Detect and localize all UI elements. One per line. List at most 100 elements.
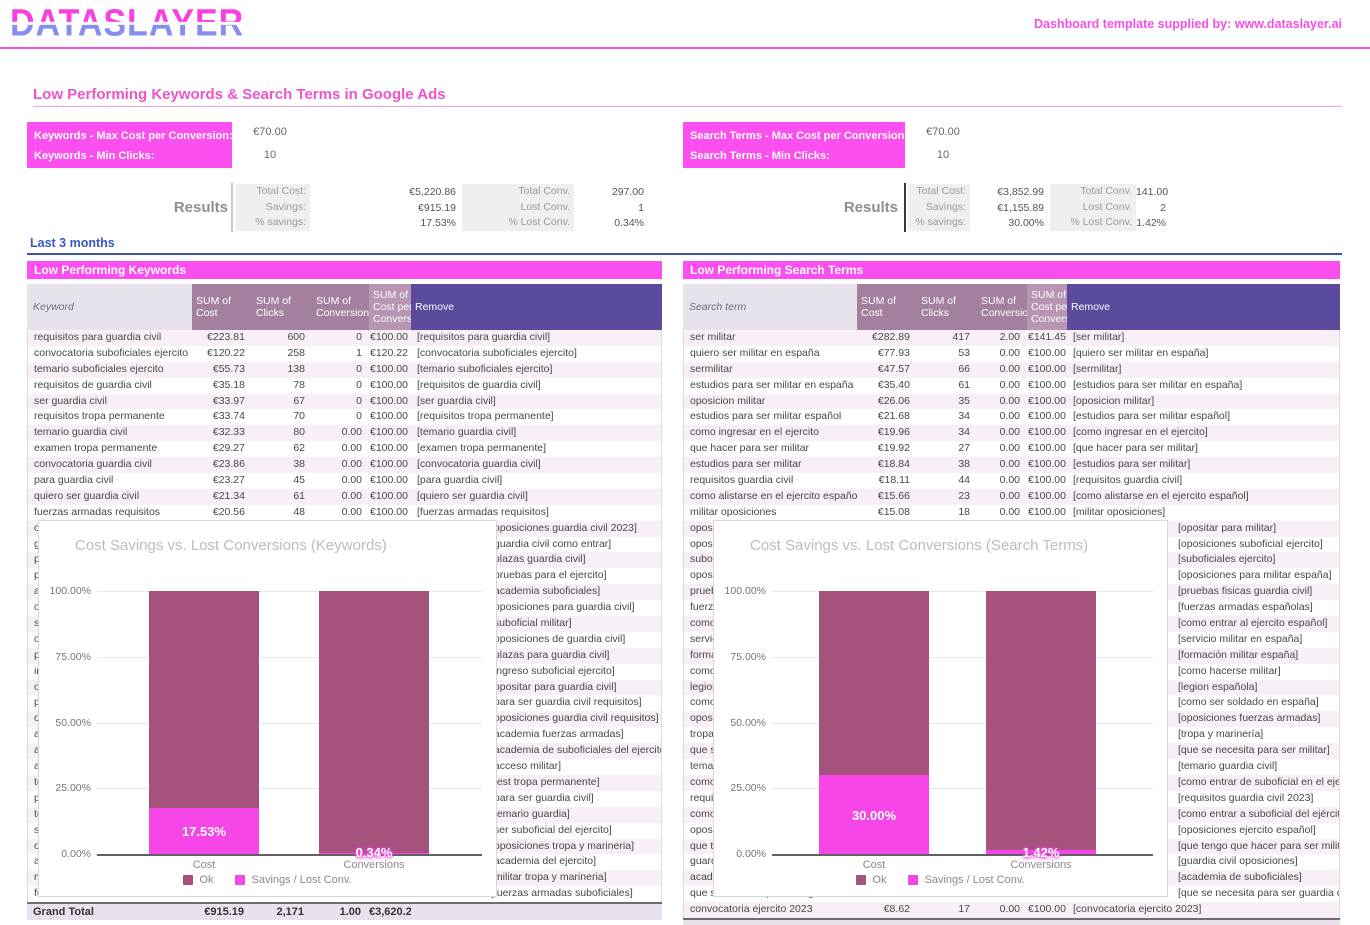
remove-link[interactable]: [convocatoria ejercito 2023] bbox=[1068, 902, 1339, 918]
results-divider bbox=[231, 183, 233, 232]
stat-value: 2 bbox=[1136, 202, 1172, 214]
remove-link[interactable]: [temario suboficiales ejercito] bbox=[412, 362, 661, 378]
column-header-search-term[interactable]: Search term bbox=[683, 284, 857, 330]
column-header-cost-per-conversion[interactable]: SUM of Cost per Conversion bbox=[1027, 284, 1067, 330]
cost-per-conversion-cell: €100.00 bbox=[370, 394, 412, 410]
remove-link[interactable]: [militar oposiciones] bbox=[1068, 505, 1339, 521]
term-cell: que hacer para ser militar bbox=[684, 441, 858, 457]
cost-cell: €21.68 bbox=[858, 409, 918, 425]
column-header-conversions[interactable]: SUM of Conversions bbox=[312, 284, 369, 330]
remove-link[interactable]: [fuerzas armadas requisitos] bbox=[412, 505, 661, 521]
remove-link[interactable]: [convocatoria suboficiales ejercito] bbox=[412, 346, 661, 362]
column-header-cost[interactable]: SUM of Cost bbox=[192, 284, 252, 330]
grand-total-cost-per-conversion: €3,620.22 bbox=[369, 904, 411, 920]
stat-label: % Lost Conv. bbox=[1050, 215, 1136, 231]
stat-label: Lost Conv. bbox=[462, 200, 574, 216]
column-header-clicks[interactable]: SUM of Clicks bbox=[252, 284, 312, 330]
table-row: requisitos tropa permanente€33.74700€100… bbox=[28, 409, 661, 425]
cost-cell: €26.06 bbox=[858, 394, 918, 410]
column-header-remove[interactable]: Remove bbox=[411, 284, 662, 330]
remove-link[interactable]: [requisitos tropa permanente] bbox=[412, 409, 661, 425]
page-title: Low Performing Keywords & Search Terms i… bbox=[33, 86, 446, 103]
clicks-cell: 34 bbox=[918, 409, 978, 425]
conversions-cell: 0 bbox=[313, 378, 370, 394]
chart-legend: OkSavings / Lost Conv. bbox=[714, 874, 1167, 886]
remove-link[interactable]: [quiero ser militar en españa] bbox=[1068, 346, 1339, 362]
cost-per-conversion-cell: €100.00 bbox=[370, 473, 412, 489]
cost-cell: €21.34 bbox=[193, 489, 253, 505]
conversions-cell: 0.00 bbox=[978, 489, 1028, 505]
remove-link[interactable]: [para guardia civil] bbox=[412, 473, 661, 489]
column-header-conversions[interactable]: SUM of Conversions bbox=[977, 284, 1027, 330]
remove-link[interactable]: [como alistarse en el ejercito español] bbox=[1068, 489, 1339, 505]
remove-link[interactable]: [estudios para ser militar español] bbox=[1068, 409, 1339, 425]
stat-value: 30.00% bbox=[970, 217, 1050, 229]
keywords-grand-total-row: Grand Total €915.19 2,171 1.00 €3,620.22 bbox=[27, 902, 662, 920]
y-axis-tick-label: 100.00% bbox=[39, 585, 91, 597]
table-row: requisitos para guardia civil€223.816000… bbox=[28, 330, 661, 346]
stat-value: €1,155.89 bbox=[970, 202, 1050, 214]
cost-per-conversion-cell: €100.00 bbox=[1028, 505, 1068, 521]
legend-swatch-icon bbox=[183, 875, 193, 885]
conversions-cell: 0.00 bbox=[978, 457, 1028, 473]
chart-title: Cost Savings vs. Lost Conversions (Searc… bbox=[750, 537, 1088, 554]
column-header-cost-per-conversion[interactable]: SUM of Cost per Conversion bbox=[369, 284, 411, 330]
conversions-cell: 0.00 bbox=[978, 441, 1028, 457]
remove-link[interactable]: [temario guardia civil] bbox=[412, 425, 661, 441]
conversions-cell: 0 bbox=[313, 362, 370, 378]
date-range-label[interactable]: Last 3 months bbox=[30, 236, 115, 250]
keywords-filter-values: €70.00 10 bbox=[240, 122, 300, 168]
cost-per-conversion-cell: €100.00 bbox=[370, 457, 412, 473]
filter-value-max-cpc[interactable]: €70.00 bbox=[240, 122, 300, 145]
term-cell: quiero ser militar en españa bbox=[684, 346, 858, 362]
column-header-cost[interactable]: SUM of Cost bbox=[857, 284, 917, 330]
term-cell: requisitos para guardia civil bbox=[28, 330, 193, 346]
term-cell: requisitos guardia civil bbox=[684, 473, 858, 489]
segment-value-label: 17.53% bbox=[149, 824, 259, 839]
cost-per-conversion-cell: €100.00 bbox=[1028, 362, 1068, 378]
clicks-cell: 53 bbox=[918, 346, 978, 362]
remove-link[interactable]: [sermilitar] bbox=[1068, 362, 1339, 378]
conversions-cell: 0.00 bbox=[978, 362, 1028, 378]
remove-link[interactable]: [ser guardia civil] bbox=[412, 394, 661, 410]
table-row: que hacer para ser militar€19.92270.00€1… bbox=[684, 441, 1339, 457]
remove-link[interactable]: [como ingresar en el ejercito] bbox=[1068, 425, 1339, 441]
filter-label-max-cpc: Keywords - Max Cost per Conversion: bbox=[34, 127, 232, 147]
x-axis-category-label: Cost bbox=[819, 859, 929, 871]
cost-per-conversion-cell: €100.00 bbox=[370, 489, 412, 505]
table-row: convocatoria ejercito 2023€8.62170.00€10… bbox=[684, 902, 1339, 918]
keywords-table-title: Low Performing Keywords bbox=[27, 261, 662, 279]
remove-link[interactable]: [estudios para ser militar en españa] bbox=[1068, 378, 1339, 394]
legend-label: Ok bbox=[872, 874, 886, 886]
term-cell: estudios para ser militar español bbox=[684, 409, 858, 425]
column-header-keyword[interactable]: Keyword bbox=[27, 284, 192, 330]
cost-cell: €33.74 bbox=[193, 409, 253, 425]
column-header-remove[interactable]: Remove bbox=[1067, 284, 1340, 330]
filter-value-min-clicks[interactable]: 10 bbox=[240, 145, 300, 168]
clicks-cell: 78 bbox=[253, 378, 313, 394]
cost-per-conversion-cell: €100.00 bbox=[370, 505, 412, 521]
conversions-cell: 2.00 bbox=[978, 330, 1028, 346]
filter-value-min-clicks[interactable]: 10 bbox=[913, 145, 973, 168]
remove-link[interactable]: [estudios para ser militar] bbox=[1068, 457, 1339, 473]
table-row: convocatoria guardia civil€23.86380.00€1… bbox=[28, 457, 661, 473]
y-axis-tick-label: 25.00% bbox=[714, 782, 766, 794]
search-terms-filter-box: Search Terms - Max Cost per Conversion: … bbox=[683, 122, 905, 168]
remove-link[interactable]: [examen tropa permanente] bbox=[412, 441, 661, 457]
conversions-cell: 0.00 bbox=[978, 394, 1028, 410]
remove-link[interactable]: [que hacer para ser militar] bbox=[1068, 441, 1339, 457]
remove-link[interactable]: [quiero ser guardia civil] bbox=[412, 489, 661, 505]
remove-link[interactable]: [oposicion militar] bbox=[1068, 394, 1339, 410]
remove-link[interactable]: [ser militar] bbox=[1068, 330, 1339, 346]
supplied-by-link[interactable]: Dashboard template supplied by: www.data… bbox=[1034, 17, 1342, 31]
remove-link[interactable]: [requisitos de guardia civil] bbox=[412, 378, 661, 394]
remove-link[interactable]: [requisitos para guardia civil] bbox=[412, 330, 661, 346]
column-header-clicks[interactable]: SUM of Clicks bbox=[917, 284, 977, 330]
remove-link[interactable]: [requisitos guardia civil] bbox=[1068, 473, 1339, 489]
cost-cell: €15.08 bbox=[858, 505, 918, 521]
conversions-cell: 0 bbox=[313, 394, 370, 410]
conversions-cell: 0.00 bbox=[978, 473, 1028, 489]
filter-value-max-cpc[interactable]: €70.00 bbox=[913, 122, 973, 145]
keywords-savings-chart: Cost Savings vs. Lost Conversions (Keywo… bbox=[38, 520, 497, 897]
remove-link[interactable]: [convocatoria guardia civil] bbox=[412, 457, 661, 473]
